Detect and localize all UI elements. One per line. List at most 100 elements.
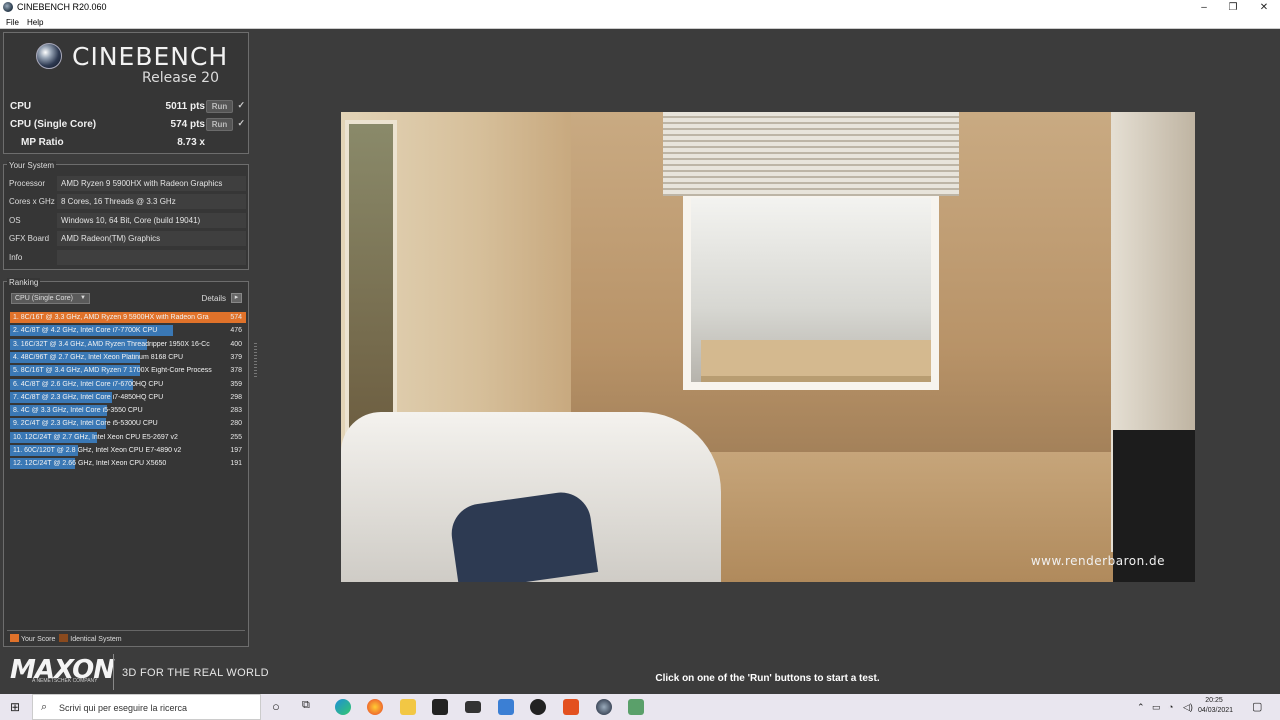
ranking-legend: Your Score Identical System: [10, 634, 122, 643]
score-value: 5011 pts: [165, 101, 205, 112]
network-icon[interactable]: ◔: [1168, 702, 1173, 712]
windows-start-icon[interactable]: ⊞: [10, 700, 20, 714]
system-value: AMD Radeon(TM) Graphics: [57, 231, 246, 246]
ranking-score: 379: [230, 353, 242, 361]
close-button[interactable]: ✕: [1248, 0, 1280, 15]
section-title: Ranking: [7, 278, 41, 287]
system-row-processor: Processor AMD Ryzen 9 5900HX with Radeon…: [9, 176, 246, 191]
ranking-label: 2. 4C/8T @ 4.2 GHz, Intel Core i7-7700K …: [13, 327, 158, 335]
system-row-info: Info: [9, 250, 246, 265]
render-blinds: [663, 112, 959, 196]
system-value: 8 Cores, 16 Threads @ 3.3 GHz: [57, 194, 246, 209]
ranking-label: 3. 16C/32T @ 3.4 GHz, AMD Ryzen Threadri…: [13, 340, 210, 348]
ranking-row[interactable]: 9. 2C/4T @ 2.3 GHz, Intel Core i5-5300U …: [10, 418, 244, 430]
menu-bar: File Help: [0, 15, 1280, 29]
info-field[interactable]: [57, 250, 246, 265]
score-row-single-core: CPU (Single Core) 574 pts Run ✓: [10, 117, 246, 133]
ranking-row[interactable]: 1. 8C/16T @ 3.3 GHz, AMD Ryzen 9 5900HX …: [10, 312, 246, 323]
ranking-row[interactable]: 2. 4C/8T @ 4.2 GHz, Intel Core i7-7700K …: [10, 325, 244, 337]
ranking-score: 280: [230, 420, 242, 428]
cinebench-icon[interactable]: [596, 699, 612, 715]
menu-file[interactable]: File: [6, 18, 19, 27]
render-left-window: [345, 120, 397, 460]
ranking-score: 574: [230, 314, 242, 321]
run-single-core-button[interactable]: Run: [206, 118, 233, 131]
minimize-button[interactable]: –: [1188, 0, 1220, 15]
score-panel: CINEBENCH Release 20 CPU 5011 pts Run ✓ …: [3, 32, 249, 154]
system-key: GFX Board: [9, 234, 50, 243]
chevron-down-icon: ▼: [80, 295, 86, 301]
divider: [7, 630, 245, 631]
ranking-label: 5. 8C/16T @ 3.4 GHz, AMD Ryzen 7 1700X E…: [13, 367, 212, 375]
file-explorer-icon[interactable]: [400, 699, 416, 715]
ranking-score: 359: [230, 380, 242, 388]
ranking-row[interactable]: 3. 16C/32T @ 3.4 GHz, AMD Ryzen Threadri…: [10, 338, 244, 350]
vscode-icon[interactable]: [498, 699, 514, 715]
mail-icon[interactable]: [465, 701, 481, 713]
ranking-select[interactable]: CPU (Single Core) ▼: [11, 293, 90, 304]
volume-icon[interactable]: ◁): [1183, 702, 1193, 713]
run-cpu-button[interactable]: Run: [206, 100, 233, 113]
taskbar: ⊞ ⌕ Scrivi qui per eseguire la ricerca ○…: [0, 694, 1280, 720]
panel-splitter-handle[interactable]: [254, 343, 257, 379]
ranking-score: 298: [230, 393, 242, 401]
check-icon: ✓: [237, 100, 245, 110]
system-value: AMD Ryzen 9 5900HX with Radeon Graphics: [57, 176, 246, 191]
system-key: Info: [9, 253, 23, 262]
edge-icon[interactable]: [335, 699, 351, 715]
menu-help[interactable]: Help: [27, 18, 43, 27]
ranking-row[interactable]: 10. 12C/24T @ 2.7 GHz, Intel Xeon CPU E5…: [10, 431, 244, 443]
xbox-icon[interactable]: [530, 699, 546, 715]
task-view-icon[interactable]: ⧉: [302, 699, 310, 712]
search-placeholder: Scrivi qui per eseguire la ricerca: [59, 703, 188, 713]
cortana-icon[interactable]: ○: [272, 699, 280, 714]
ranking-label: 1. 8C/16T @ 3.3 GHz, AMD Ryzen 9 5900HX …: [13, 314, 209, 321]
system-row-cores: Cores x GHz 8 Cores, 16 Threads @ 3.3 GH…: [9, 194, 246, 209]
render-table: [701, 340, 931, 382]
ranking-row[interactable]: 6. 4C/8T @ 2.6 GHz, Intel Core i7-6700HQ…: [10, 378, 244, 390]
system-key: Processor: [9, 179, 46, 188]
chevron-up-icon[interactable]: ⌃: [1137, 702, 1145, 713]
system-value: Windows 10, 64 Bit, Core (build 19041): [57, 213, 246, 228]
office-icon[interactable]: [563, 699, 579, 715]
check-icon: ✓: [237, 118, 245, 128]
ranking-row[interactable]: 4. 48C/96T @ 2.7 GHz, Intel Xeon Platinu…: [10, 351, 244, 363]
score-label: CPU: [10, 101, 32, 112]
logo-name: CINEBENCH: [72, 42, 229, 71]
ranking-label: 12. 12C/24T @ 2.66 GHz, Intel Xeon CPU X…: [13, 460, 167, 468]
ranking-label: 11. 60C/120T @ 2.8 GHz, Intel Xeon CPU E…: [13, 447, 182, 454]
store-icon[interactable]: [432, 699, 448, 715]
score-row-mp-ratio: MP Ratio 8.73 x: [10, 135, 246, 151]
details-button[interactable]: ▸: [231, 293, 242, 303]
search-icon: ⌕: [41, 701, 48, 713]
ranking-score: 400: [230, 340, 242, 348]
system-row-os: OS Windows 10, 64 Bit, Core (build 19041…: [9, 213, 246, 228]
ranking-label: 7. 4C/8T @ 2.3 GHz, Intel Core i7-4850HQ…: [13, 393, 164, 401]
ranking-score: 255: [230, 433, 242, 441]
ranking-row[interactable]: 8. 4C @ 3.3 GHz, Intel Core i5-3550 CPU 2…: [10, 405, 244, 417]
ranking-label: 9. 2C/4T @ 2.3 GHz, Intel Core i5-5300U …: [13, 420, 158, 428]
cinebench-app-icon: [3, 2, 13, 12]
section-title: Your System: [7, 161, 57, 170]
firefox-icon[interactable]: [367, 699, 383, 715]
notifications-icon[interactable]: ▢: [1252, 700, 1262, 713]
taskbar-clock[interactable]: 20:25 04/03/2021: [1198, 696, 1233, 716]
legend-identical-system: Identical System: [70, 636, 122, 643]
ranking-row[interactable]: 7. 4C/8T @ 2.3 GHz, Intel Core i7-4850HQ…: [10, 391, 244, 403]
maximize-button[interactable]: ❐: [1217, 0, 1249, 15]
score-row-cpu: CPU 5011 pts Run ✓: [10, 99, 246, 115]
system-key: OS: [9, 216, 21, 225]
render-watermark: www.renderbaron.de: [1030, 554, 1165, 568]
system-row-gfx: GFX Board AMD Radeon(TM) Graphics: [9, 231, 246, 246]
battery-icon[interactable]: ▭: [1152, 702, 1161, 713]
ranking-row[interactable]: 5. 8C/16T @ 3.4 GHz, AMD Ryzen 7 1700X E…: [10, 365, 244, 377]
ranking-score: 191: [230, 460, 242, 468]
ranking-row[interactable]: 11. 60C/120T @ 2.8 GHz, Intel Xeon CPU E…: [10, 445, 244, 456]
identical-system-swatch: [59, 634, 69, 642]
ranking-row[interactable]: 12. 12C/24T @ 2.66 GHz, Intel Xeon CPU X…: [10, 458, 244, 470]
ranking-label: 10. 12C/24T @ 2.7 GHz, Intel Xeon CPU E5…: [13, 433, 178, 441]
taskbar-search[interactable]: ⌕ Scrivi qui per eseguire la ricerca: [32, 694, 261, 720]
snipping-icon[interactable]: [628, 699, 644, 715]
clock-time: 20:25: [1205, 697, 1223, 704]
render-viewport: www.renderbaron.de: [341, 112, 1195, 582]
